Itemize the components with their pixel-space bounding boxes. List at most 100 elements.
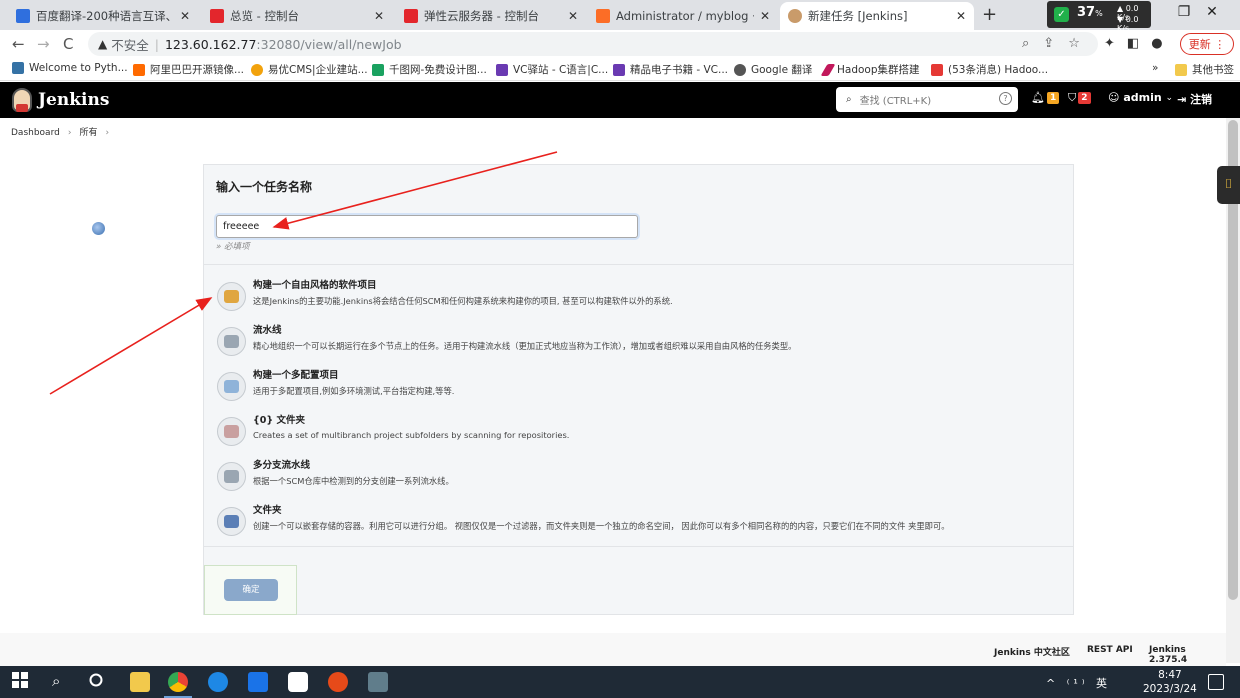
- side-tool-handle[interactable]: ⌷: [1217, 166, 1240, 204]
- job-type-folder[interactable]: 文件夹 创建一个可以嵌套存储的容器。利用它可以进行分组。 视图仅仅是一个过滤器，…: [217, 499, 1057, 539]
- notifications-button[interactable]: 🔔︎ 1: [1031, 91, 1060, 104]
- job-type-name: 构建一个自由风格的软件项目: [253, 280, 377, 291]
- job-type-desc: 根据一个SCM仓库中检测到的分支创建一系列流水线。: [253, 476, 454, 486]
- clock[interactable]: 8:47 2023/3/24: [1143, 668, 1197, 696]
- bookmark-label: 精品电子书籍 - VC...: [630, 64, 728, 76]
- bookmark-item[interactable]: Hadoop集群搭建: [820, 62, 920, 77]
- job-type-pipeline[interactable]: 流水线 精心地组织一个可以长期运行在多个节点上的任务。适用于构建流水线（更加正式…: [217, 319, 1057, 359]
- form-actions: 确定: [204, 565, 297, 615]
- rest-api-link[interactable]: REST API: [1087, 645, 1133, 655]
- share-icon[interactable]: ⇪: [1043, 36, 1068, 51]
- job-type-desc: Creates a set of multibranch project sub…: [253, 430, 570, 440]
- omnibox-actions: ⌕⇪☆: [1022, 36, 1094, 51]
- windows-start-icon[interactable]: [12, 672, 32, 692]
- chevron-right-icon: ›: [67, 128, 72, 138]
- bookmark-item[interactable]: (53条消息) Hadoo...: [931, 62, 1048, 77]
- job-name-input[interactable]: [216, 215, 638, 238]
- tab-label: 新建任务 [Jenkins]: [808, 9, 908, 23]
- edge-icon[interactable]: [208, 672, 228, 692]
- url-path: :32080/view/all/newJob: [256, 36, 402, 52]
- other-bookmarks-label: 其他书签: [1192, 64, 1234, 76]
- url-field[interactable]: ▲ 不安全 | 123.60.162.77 :32080/view/all/ne…: [88, 32, 1098, 56]
- globe-icon: [92, 222, 105, 235]
- browser-tab[interactable]: 弹性云服务器 - 控制台 ✕: [396, 2, 586, 30]
- windows-taskbar: ⌕ ^ ⁽¹⁾ 英 8:47 2023/3/24: [0, 666, 1240, 698]
- restore-icon[interactable]: ❐: [1170, 4, 1198, 20]
- chrome-icon[interactable]: [168, 672, 188, 692]
- jenkins-butler-icon: [12, 88, 32, 112]
- breadcrumb-all[interactable]: 所有: [79, 128, 97, 138]
- bookmark-item[interactable]: VC驿站 - C语言|C...: [496, 62, 608, 77]
- chevron-right-icon: ›: [105, 128, 110, 138]
- chevron-down-icon: ⌄: [1165, 92, 1174, 103]
- bookmark-item[interactable]: Google 翻译: [734, 62, 812, 77]
- close-window-icon[interactable]: ✕: [1198, 4, 1226, 20]
- help-icon[interactable]: ?: [999, 92, 1012, 105]
- shield-icon: ⛉: [1068, 91, 1077, 104]
- extensions-icon[interactable]: ✦: [1104, 36, 1127, 51]
- bookmark-item[interactable]: 精品电子书籍 - VC...: [613, 62, 728, 77]
- other-bookmarks[interactable]: 其他书签: [1175, 62, 1234, 77]
- job-type-multibranch[interactable]: 多分支流水线 根据一个SCM仓库中检测到的分支创建一系列流水线。: [217, 454, 1057, 494]
- annotation-arrow: [49, 297, 213, 395]
- job-type-org-folder[interactable]: {0} 文件夹 Creates a set of multibranch pro…: [217, 409, 1057, 449]
- close-icon[interactable]: ✕: [180, 9, 190, 23]
- browser-tab[interactable]: 百度翻译-200种语言互译、沟通 ✕: [8, 2, 198, 30]
- search-placeholder: 查找 (CTRL+K): [859, 96, 932, 107]
- new-tab-button[interactable]: +: [982, 4, 997, 25]
- search-box[interactable]: ⌕ 查找 (CTRL+K) ?: [836, 87, 1018, 112]
- bookmark-item[interactable]: Welcome to Pyth...: [12, 62, 128, 74]
- file-explorer-icon[interactable]: [130, 672, 150, 692]
- app-icon[interactable]: [328, 672, 348, 692]
- app-icon[interactable]: [368, 672, 388, 692]
- search-icon[interactable]: ⌕: [52, 672, 72, 692]
- bookmark-label: 阿里巴巴开源镜像...: [150, 64, 245, 76]
- job-type-name: 多分支流水线: [253, 460, 311, 471]
- browser-tab[interactable]: 总览 - 控制台 ✕: [202, 2, 392, 30]
- zoom-icon[interactable]: ⌕: [1022, 36, 1043, 51]
- job-type-multiconfig[interactable]: 构建一个多配置项目 适用于多配置项目,例如多环境测试,平台指定构建,等等.: [217, 364, 1057, 404]
- breadcrumb-dashboard[interactable]: Dashboard: [11, 128, 60, 138]
- browser-tab-active[interactable]: 新建任务 [Jenkins] ✕: [780, 2, 974, 30]
- typora-icon[interactable]: [288, 672, 308, 692]
- close-icon[interactable]: ✕: [956, 9, 966, 23]
- bookmark-item[interactable]: 易优CMS|企业建站...: [251, 62, 368, 77]
- bookmarks-overflow-button[interactable]: »: [1152, 62, 1158, 74]
- logout-button[interactable]: ⇥ 注销: [1177, 91, 1212, 107]
- notification-center-icon[interactable]: [1208, 674, 1224, 690]
- close-icon[interactable]: ✕: [760, 9, 770, 23]
- forward-arrow-icon[interactable]: →: [37, 35, 50, 53]
- bookmark-item[interactable]: 千图网-免费设计图...: [372, 62, 487, 77]
- user-icon: ☺: [1108, 91, 1120, 104]
- version-link[interactable]: Jenkins 2.375.4: [1149, 645, 1226, 665]
- bookmark-item[interactable]: 阿里巴巴开源镜像...: [133, 62, 244, 77]
- user-menu[interactable]: ☺ admin ⌄: [1108, 91, 1173, 104]
- browser-tab[interactable]: Administrator / myblog · GitLa ✕: [588, 2, 778, 30]
- jenkins-footer: Jenkins 中文社区 REST API Jenkins 2.375.4: [0, 633, 1226, 666]
- job-type-desc: 这是Jenkins的主要功能.Jenkins将会结合任何SCM和任何构建系统来构…: [253, 296, 673, 306]
- job-type-freestyle[interactable]: 构建一个自由风格的软件项目 这是Jenkins的主要功能.Jenkins将会结合…: [217, 274, 1057, 314]
- task-view-icon[interactable]: [88, 672, 108, 692]
- logout-icon: ⇥: [1177, 92, 1187, 106]
- bookmark-star-icon[interactable]: ☆: [1068, 36, 1094, 51]
- close-icon[interactable]: ✕: [568, 9, 578, 23]
- csdn-icon: [931, 63, 943, 76]
- system-tray[interactable]: ^ ⁽¹⁾ 英: [1046, 675, 1111, 691]
- tab-label: 弹性云服务器 - 控制台: [424, 9, 539, 23]
- jenkins-title: Jenkins: [38, 90, 110, 110]
- ok-button[interactable]: 确定: [224, 579, 278, 601]
- security-button[interactable]: ⛉ 2: [1068, 91, 1091, 105]
- bookmark-label: 千图网-免费设计图...: [389, 64, 487, 76]
- update-button[interactable]: 更新 ⋮: [1180, 33, 1234, 55]
- remote-desktop-icon[interactable]: [248, 672, 268, 692]
- close-icon[interactable]: ✕: [374, 9, 384, 23]
- reload-icon[interactable]: C: [63, 35, 73, 53]
- tab-label: 百度翻译-200种语言互译、沟通: [36, 9, 174, 23]
- back-arrow-icon[interactable]: ←: [12, 35, 25, 53]
- jenkins-logo[interactable]: Jenkins: [12, 88, 109, 112]
- community-link[interactable]: Jenkins 中文社区: [994, 645, 1070, 658]
- folder-icon: [217, 507, 246, 536]
- sidepanel-icon[interactable]: ◧: [1127, 36, 1151, 51]
- profile-icon[interactable]: ●: [1151, 36, 1174, 51]
- username: admin: [1123, 91, 1162, 104]
